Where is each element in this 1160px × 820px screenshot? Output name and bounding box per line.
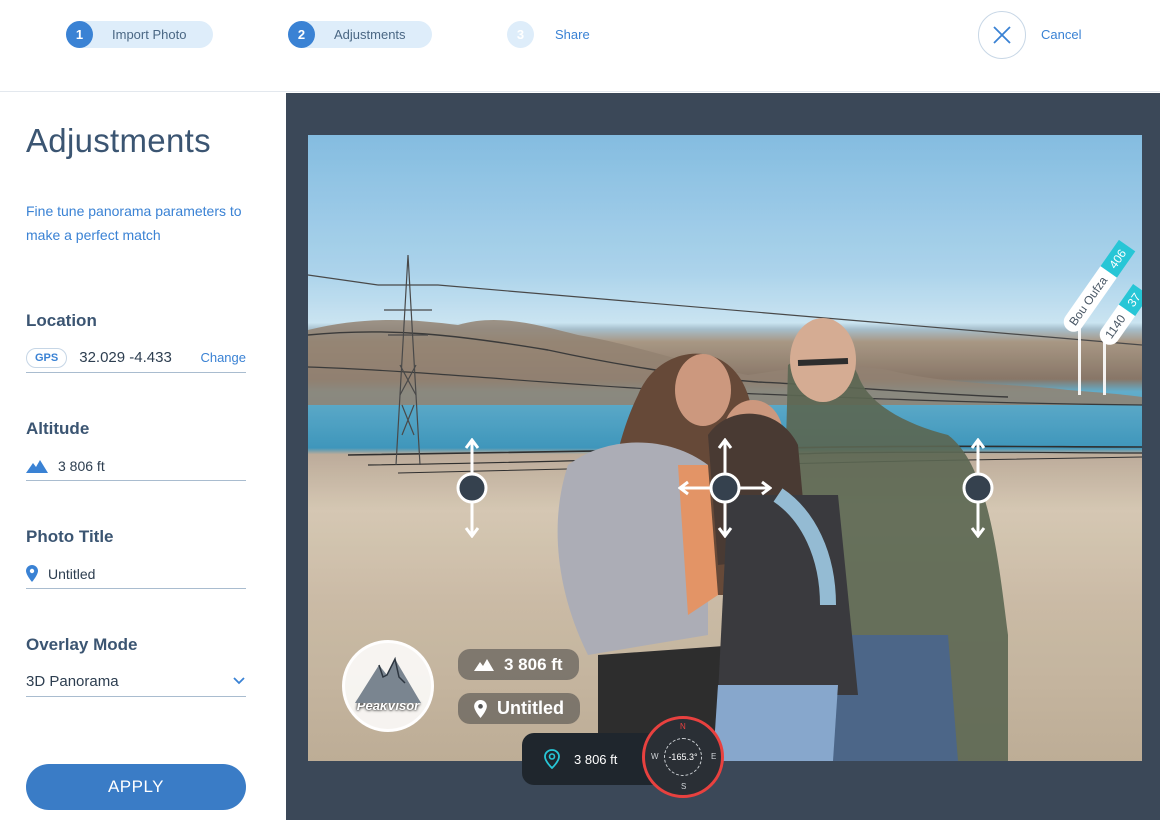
altitude-label: Altitude <box>26 419 90 438</box>
apply-button[interactable]: APPLY <box>26 764 246 810</box>
location-field[interactable]: GPS 32.029 -4.433 Change <box>26 343 246 373</box>
location-pin-icon <box>544 749 560 769</box>
step-share[interactable]: 3 Share <box>507 21 607 48</box>
cancel-button[interactable] <box>978 11 1026 59</box>
overlay-mode-select[interactable]: 3D Panorama <box>26 667 246 697</box>
mountain-icon <box>474 658 494 671</box>
location-coords: 32.029 -4.433 <box>79 349 172 366</box>
gps-badge: GPS <box>26 347 68 368</box>
compass-dial[interactable]: N S E W -165.3° <box>642 716 724 798</box>
cancel-link[interactable]: Cancel <box>1041 27 1081 42</box>
altitude-field[interactable]: 3 806 ft <box>26 451 246 481</box>
compass-north: N <box>680 722 686 731</box>
photo-title-label: Photo Title <box>26 527 114 546</box>
altitude-value: 3 806 ft <box>58 457 105 474</box>
step-adjustments[interactable]: 2 Adjustments <box>288 21 432 48</box>
location-altitude-value: 3 806 ft <box>574 751 618 767</box>
change-location-link[interactable]: Change <box>200 350 246 365</box>
compass-east: E <box>711 752 717 761</box>
compass-west: W <box>651 752 659 761</box>
step-label: Share <box>555 27 590 42</box>
chevron-down-icon <box>232 673 246 691</box>
vertical-drag-handle-left[interactable] <box>452 438 492 538</box>
step-number: 2 <box>288 21 315 48</box>
step-label: Adjustments <box>334 27 406 42</box>
title-pill: Untitled <box>458 693 580 724</box>
mountain-icon <box>26 459 48 473</box>
page-description: Fine tune panorama parameters to make a … <box>26 203 242 243</box>
peakvisor-logo: PeakVisor <box>342 640 434 732</box>
altitude-pill-value: 3 806 ft <box>504 654 563 674</box>
move-drag-handle-center[interactable] <box>678 438 772 538</box>
altitude-pill: 3 806 ft <box>458 649 579 680</box>
panorama-photo[interactable]: Bou Oufza 406 1140 37 PeakVisor 3 806 ft… <box>308 135 1142 761</box>
step-label: Import Photo <box>112 27 187 42</box>
close-icon <box>993 26 1011 44</box>
adjustments-panel: Adjustments Fine tune panorama parameter… <box>0 93 286 820</box>
editor-workspace: Bou Oufza 406 1140 37 PeakVisor 3 806 ft… <box>286 93 1160 820</box>
step-number: 1 <box>66 21 93 48</box>
overlay-mode-value: 3D Panorama <box>26 673 119 690</box>
vertical-drag-handle-right[interactable] <box>958 438 998 538</box>
title-pill-value: Untitled <box>497 698 564 718</box>
pin-icon <box>474 699 487 718</box>
step-number: 3 <box>507 21 534 48</box>
mountain-logo-icon <box>355 656 421 703</box>
compass-south: S <box>681 782 687 791</box>
compass-heading: -165.3° <box>664 738 702 776</box>
page-title: Adjustments <box>26 122 211 159</box>
photo-title-value: Untitled <box>48 565 96 582</box>
photo-title-field[interactable]: Untitled <box>26 559 246 589</box>
wizard-header: 1 Import Photo 2 Adjustments 3 Share Can… <box>0 0 1160 92</box>
pin-icon <box>26 565 38 582</box>
step-import-photo[interactable]: 1 Import Photo <box>66 21 213 48</box>
location-label: Location <box>26 311 97 330</box>
overlay-mode-label: Overlay Mode <box>26 635 138 654</box>
